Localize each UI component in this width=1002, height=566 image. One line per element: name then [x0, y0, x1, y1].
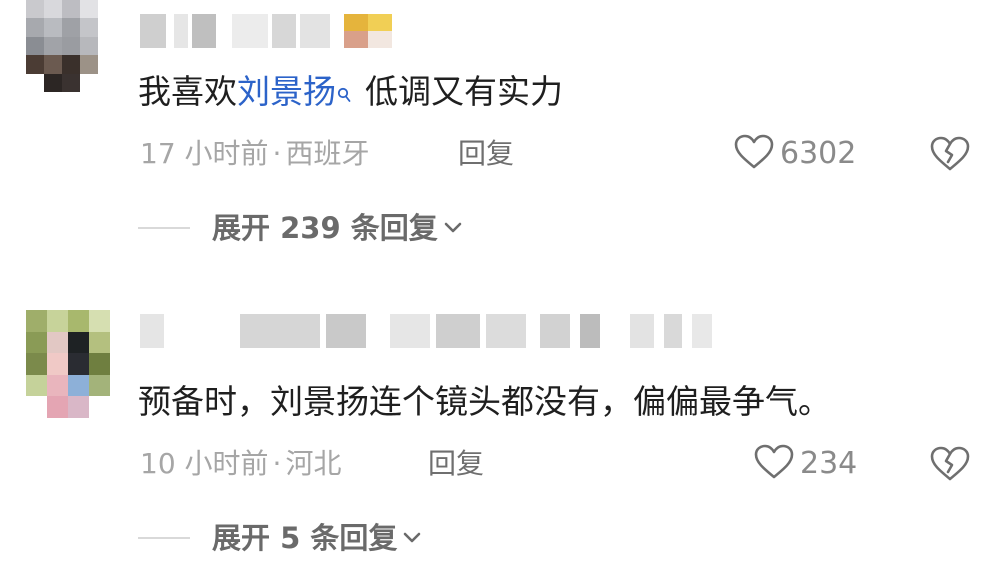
reply-button[interactable]: 回复 — [458, 136, 514, 172]
like-count: 234 — [800, 446, 858, 481]
comment-meta: 17 小时前 · 西班牙 — [140, 136, 369, 172]
comment-location: 西班牙 — [285, 137, 370, 170]
chevron-down-icon — [444, 219, 462, 238]
dislike-button[interactable] — [930, 446, 970, 486]
expand-replies-label: 展开 5 条回复 — [212, 521, 398, 555]
meta-separator: · — [272, 447, 282, 480]
comment-time: 17 小时前 — [140, 137, 269, 170]
divider — [138, 537, 190, 539]
expand-replies-button[interactable]: 展开 239 条回复 — [138, 208, 462, 248]
dislike-button[interactable] — [930, 136, 970, 176]
comment-item: 我喜欢刘景扬 低调又有实力 17 小时前 · 西班牙 回复 6302 展开 239 条… — [0, 0, 1002, 290]
reply-button[interactable]: 回复 — [428, 446, 484, 482]
comment-text: 我喜欢刘景扬 低调又有实力 — [138, 70, 563, 114]
chevron-down-icon — [403, 529, 421, 548]
comment-time: 10 小时前 — [140, 447, 269, 480]
search-icon[interactable] — [337, 70, 351, 114]
like-count: 6302 — [780, 136, 857, 171]
heart-icon — [754, 444, 794, 484]
avatar[interactable] — [26, 310, 110, 418]
username-blurred[interactable] — [140, 314, 720, 348]
like-button[interactable]: 234 — [754, 444, 857, 484]
broken-heart-icon — [930, 446, 970, 486]
avatar[interactable] — [26, 0, 98, 92]
comment-text-suffix: 低调又有实力 — [365, 72, 563, 111]
heart-icon — [734, 134, 774, 174]
meta-separator: · — [272, 137, 282, 170]
comment-item: 预备时，刘景扬连个镜头都没有，偏偏最争气。 10 小时前 · 河北 回复 234 展… — [0, 300, 1002, 566]
comment-location: 河北 — [285, 447, 342, 480]
expand-replies-label: 展开 239 条回复 — [212, 211, 438, 245]
comment-text: 预备时，刘景扬连个镜头都没有，偏偏最争气。 — [138, 382, 831, 421]
keyword-link[interactable]: 刘景扬 — [237, 72, 336, 111]
divider — [138, 227, 190, 229]
expand-replies-button[interactable]: 展开 5 条回复 — [138, 518, 421, 558]
broken-heart-icon — [930, 136, 970, 176]
user-badge — [344, 14, 392, 48]
like-button[interactable]: 6302 — [734, 134, 856, 174]
comment-meta: 10 小时前 · 河北 — [140, 446, 341, 482]
comment-text-prefix: 我喜欢 — [138, 72, 237, 111]
